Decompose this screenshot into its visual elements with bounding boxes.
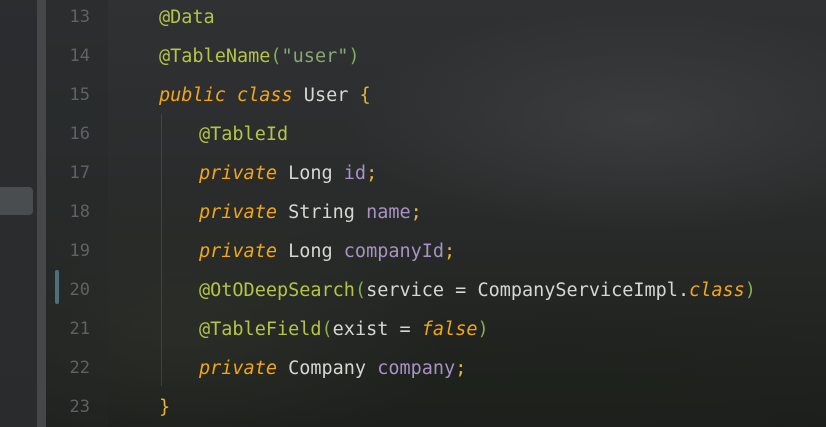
code-token: class <box>689 280 745 301</box>
code-token: } <box>159 397 171 418</box>
code-token: "user" <box>281 46 349 67</box>
line-number: 16 <box>69 124 90 144</box>
code-token: private <box>199 202 277 223</box>
line-number: 21 <box>69 319 90 339</box>
code-text[interactable]: private Long id; <box>159 154 377 193</box>
panel-divider[interactable] <box>37 0 46 427</box>
line-number: 17 <box>69 163 90 183</box>
code-token: ) <box>477 319 489 340</box>
code-token: private <box>199 358 277 379</box>
code-token: @OtODeepSearch <box>199 280 355 301</box>
code-text[interactable]: @Data <box>159 0 215 37</box>
line-number: 23 <box>69 397 90 417</box>
code-token: ( <box>321 319 333 340</box>
line-number: 18 <box>69 202 90 222</box>
code-token: ( <box>270 46 282 67</box>
code-text[interactable]: } <box>159 388 170 427</box>
code-token: ) <box>348 46 360 67</box>
line-number: 22 <box>69 358 90 378</box>
line-number: 19 <box>69 241 90 261</box>
code-token: ; <box>444 241 456 262</box>
code-token: company <box>377 358 456 379</box>
line-number: 15 <box>69 85 90 105</box>
code-text[interactable]: @TableField(exist = false) <box>159 310 489 349</box>
code-token: public <box>159 85 226 106</box>
line-number: 20 <box>69 280 90 300</box>
code-text[interactable]: @TableName("user") <box>159 37 360 76</box>
code-token: ; <box>455 358 467 379</box>
code-text[interactable]: @OtODeepSearch(service = CompanyServiceI… <box>159 271 756 310</box>
code-token: ) <box>744 280 756 301</box>
code-text[interactable]: private Long companyId; <box>159 232 455 271</box>
code-token: ; <box>410 202 422 223</box>
code-token: String <box>276 202 367 223</box>
code-token: id <box>343 163 367 184</box>
code-token: @TableId <box>199 124 289 145</box>
code-text[interactable]: private Company company; <box>159 349 466 388</box>
code-token: { <box>359 85 371 106</box>
code-token: ( <box>354 280 367 301</box>
code-token: class <box>236 85 293 106</box>
line-number: 13 <box>69 7 90 27</box>
code-token: Long <box>276 241 344 262</box>
line-number: 14 <box>69 46 90 66</box>
code-token: private <box>199 163 277 184</box>
code-token: service = CompanyServiceImpl. <box>366 280 690 301</box>
code-token: false <box>421 319 478 340</box>
code-text[interactable]: public class User { <box>159 76 371 115</box>
code-token: Long <box>276 163 344 184</box>
code-token: @Data <box>159 7 215 28</box>
side-tool-panel <box>0 0 37 427</box>
code-text[interactable]: @TableId <box>159 115 288 154</box>
code-token: @TableName <box>159 46 271 67</box>
code-token: Company <box>276 358 378 379</box>
code-token: name <box>366 202 411 223</box>
code-token: ; <box>366 163 378 184</box>
code-token: companyId <box>343 241 445 262</box>
code-token: User <box>292 85 360 106</box>
code-token: exist = <box>332 319 422 340</box>
code-token: private <box>199 241 277 262</box>
code-token: @TableField <box>199 319 322 340</box>
code-text[interactable]: private String name; <box>159 193 422 232</box>
side-panel-selected-item[interactable] <box>0 187 33 215</box>
